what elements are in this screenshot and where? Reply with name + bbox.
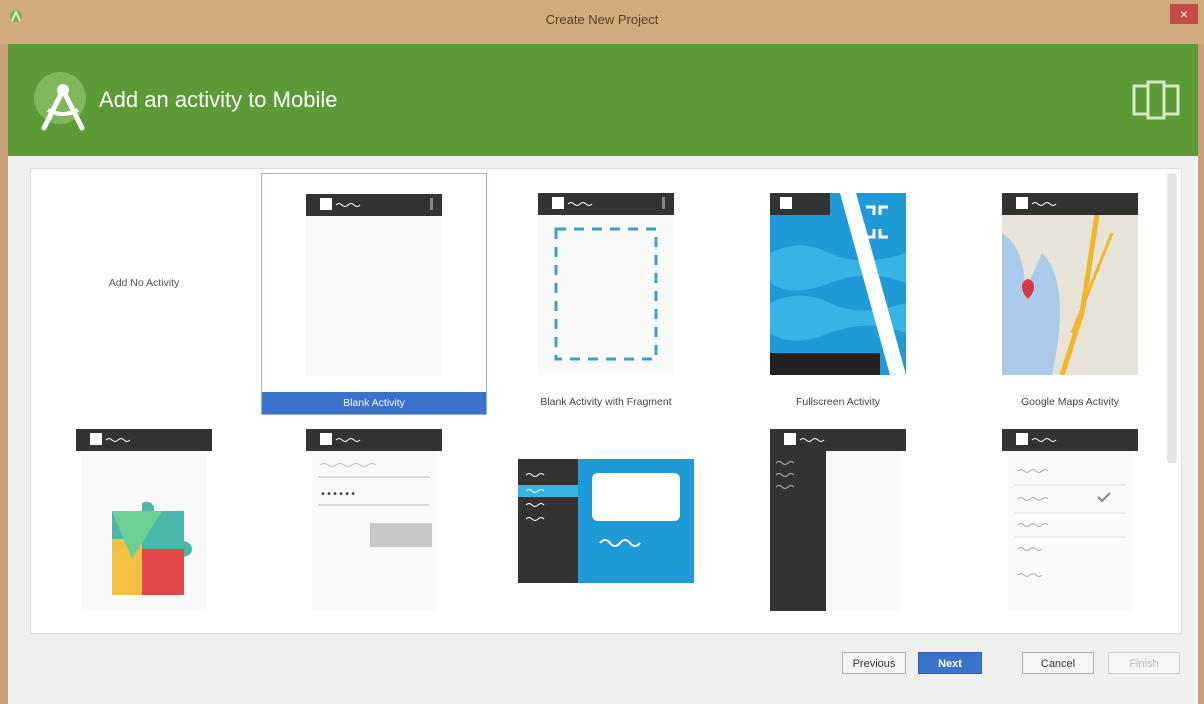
finish-button[interactable]: Finish xyxy=(1108,652,1180,674)
tile-label: Add No Activity xyxy=(108,277,180,289)
tile-login-activity[interactable]: •••••• xyxy=(261,419,487,633)
tile-master-detail-flow[interactable] xyxy=(493,419,719,633)
tile-label: Blank Activity with Fragment xyxy=(540,396,672,408)
mobile-device-icon xyxy=(1132,80,1180,120)
dialog-content: Add No Activity Blank Activity Blank Act… xyxy=(8,156,1198,704)
tile-blank-activity[interactable]: Blank Activity xyxy=(261,173,487,415)
master-detail-thumbnail xyxy=(518,459,694,583)
play-services-thumbnail xyxy=(76,429,212,611)
svg-text:••••••: •••••• xyxy=(320,489,356,500)
tile-label: Blank Activity xyxy=(262,392,486,414)
previous-button[interactable]: Previous xyxy=(842,652,906,674)
tile-navigation-drawer[interactable] xyxy=(725,419,951,633)
next-button[interactable]: Next xyxy=(918,652,982,674)
window-title: Create New Project xyxy=(545,12,659,27)
login-thumbnail: •••••• xyxy=(306,429,442,611)
blank-fragment-thumbnail xyxy=(538,193,674,375)
gallery-scrollbar[interactable] xyxy=(1167,173,1177,463)
tile-label: Fullscreen Activity xyxy=(795,396,881,408)
tile-play-services-activity[interactable] xyxy=(31,419,257,633)
tile-fullscreen-activity[interactable]: Fullscreen Activity xyxy=(725,173,951,415)
page-title: Add an activity to Mobile xyxy=(99,87,338,112)
tile-google-maps-activity[interactable]: Google Maps Activity xyxy=(957,173,1181,415)
blank-activity-thumbnail xyxy=(306,194,442,376)
settings-thumbnail xyxy=(1002,429,1138,611)
tile-add-no-activity[interactable]: Add No Activity xyxy=(31,169,257,411)
header-banner: Add an activity to Mobile xyxy=(8,44,1198,156)
maps-thumbnail xyxy=(1002,193,1138,375)
navigation-drawer-thumbnail xyxy=(770,429,906,611)
fullscreen-thumbnail xyxy=(770,193,906,375)
close-button[interactable]: × xyxy=(1170,4,1198,24)
android-studio-logo-icon xyxy=(34,72,86,131)
tile-settings-activity[interactable] xyxy=(957,419,1181,633)
title-bar: Create New Project × xyxy=(0,0,1204,44)
tile-blank-activity-fragment[interactable]: Blank Activity with Fragment xyxy=(493,173,719,415)
activity-gallery: Add No Activity Blank Activity Blank Act… xyxy=(30,168,1182,634)
cancel-button[interactable]: Cancel xyxy=(1022,652,1094,674)
tile-label: Google Maps Activity xyxy=(1020,396,1120,408)
